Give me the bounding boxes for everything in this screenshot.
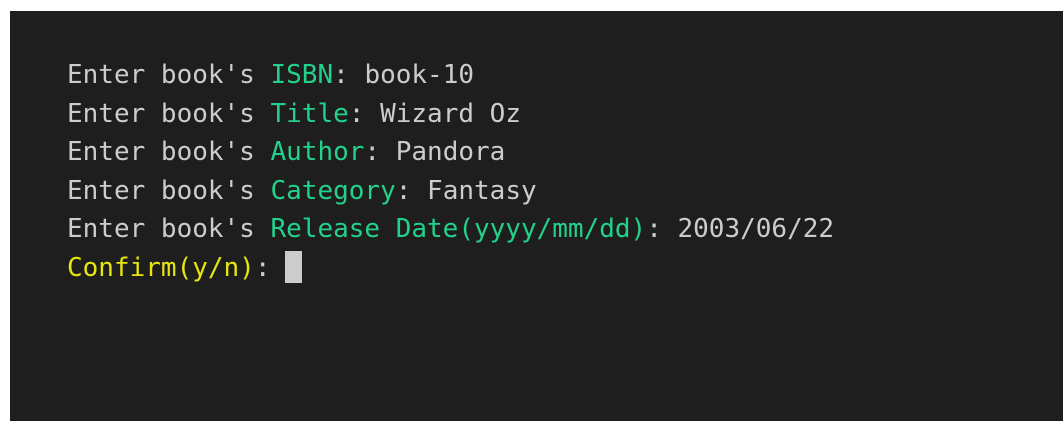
terminal-line-category: Enter book's Category: Fantasy [67,172,1063,211]
prompt-separator: : [395,175,428,206]
field-name-title: Title [270,98,349,129]
terminal-line-isbn: Enter book's ISBN: book-10 [67,56,1063,95]
terminal-panel[interactable]: Enter book's ISBN: book-10 Enter book's T… [10,11,1063,421]
field-value-isbn: book-10 [364,60,475,90]
prompt-separator: : [348,98,381,129]
prompt-separator: : [333,60,365,90]
field-value-author: Pandora [395,137,506,167]
terminal-line-confirm[interactable]: Confirm(y/n): [67,249,1063,288]
field-name-author: Author [270,137,365,167]
field-value-category: Fantasy [427,175,537,206]
prompt-prefix: Enter book's [67,137,271,167]
prompt-prefix: Enter book's [67,214,271,244]
prompt-separator: : [646,214,678,244]
terminal-line-title: Enter book's Title: Wizard Oz [67,95,1063,134]
prompt-prefix: Enter book's [67,60,271,90]
terminal-line-release-date: Enter book's Release Date(yyyy/mm/dd): 2… [67,210,1063,249]
prompt-separator: : [364,137,396,167]
field-value-title: Wizard Oz [380,98,521,129]
field-value-release-date: 2003/06/22 [677,214,835,244]
terminal-line-author: Enter book's Author: Pandora [67,133,1063,172]
field-name-category: Category [270,175,396,206]
field-name-release-date: Release Date(yyyy/mm/dd) [270,214,647,244]
text-cursor [284,250,302,283]
field-name-isbn: ISBN [270,60,334,90]
prompt-prefix: Enter book's [67,98,271,129]
confirm-label: Confirm(y/n) [67,252,255,283]
prompt-prefix: Enter book's [67,175,271,206]
confirm-separator: : [254,252,271,283]
